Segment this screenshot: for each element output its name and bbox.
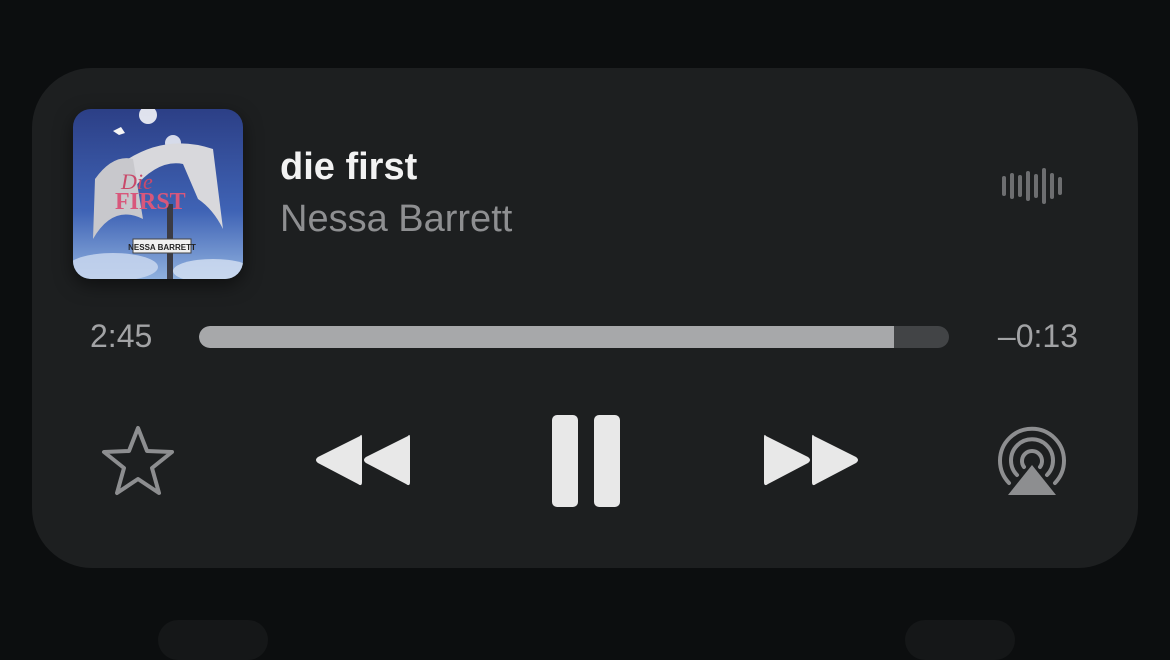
now-playing-card: Die FIRST NESSA BARRETT die first Nessa … <box>32 68 1138 568</box>
background-shape <box>158 620 268 660</box>
progress-scrubber[interactable] <box>199 326 949 348</box>
artwork-text: FIRST <box>115 189 186 215</box>
track-title: die first <box>280 146 418 188</box>
artwork-sign-text: NESSA BARRETT <box>128 243 196 252</box>
airplay-audio-icon <box>998 426 1066 495</box>
elapsed-time: 2:45 <box>90 318 153 354</box>
track-artist: Nessa Barrett <box>280 198 513 240</box>
pause-button[interactable] <box>542 411 632 511</box>
star-icon <box>102 426 174 495</box>
album-artwork[interactable]: Die FIRST NESSA BARRETT <box>73 109 243 279</box>
rewind-icon <box>316 434 410 486</box>
fast-forward-icon <box>764 434 858 486</box>
remaining-time: –0:13 <box>997 318 1078 354</box>
favorite-button[interactable] <box>100 423 176 499</box>
progress-fill <box>199 326 895 348</box>
fast-forward-button[interactable] <box>757 420 867 500</box>
waveform-icon <box>1002 168 1066 204</box>
pause-icon <box>552 415 620 507</box>
background-shape <box>905 620 1015 660</box>
airplay-button[interactable] <box>987 418 1077 503</box>
rewind-button[interactable] <box>307 420 417 500</box>
